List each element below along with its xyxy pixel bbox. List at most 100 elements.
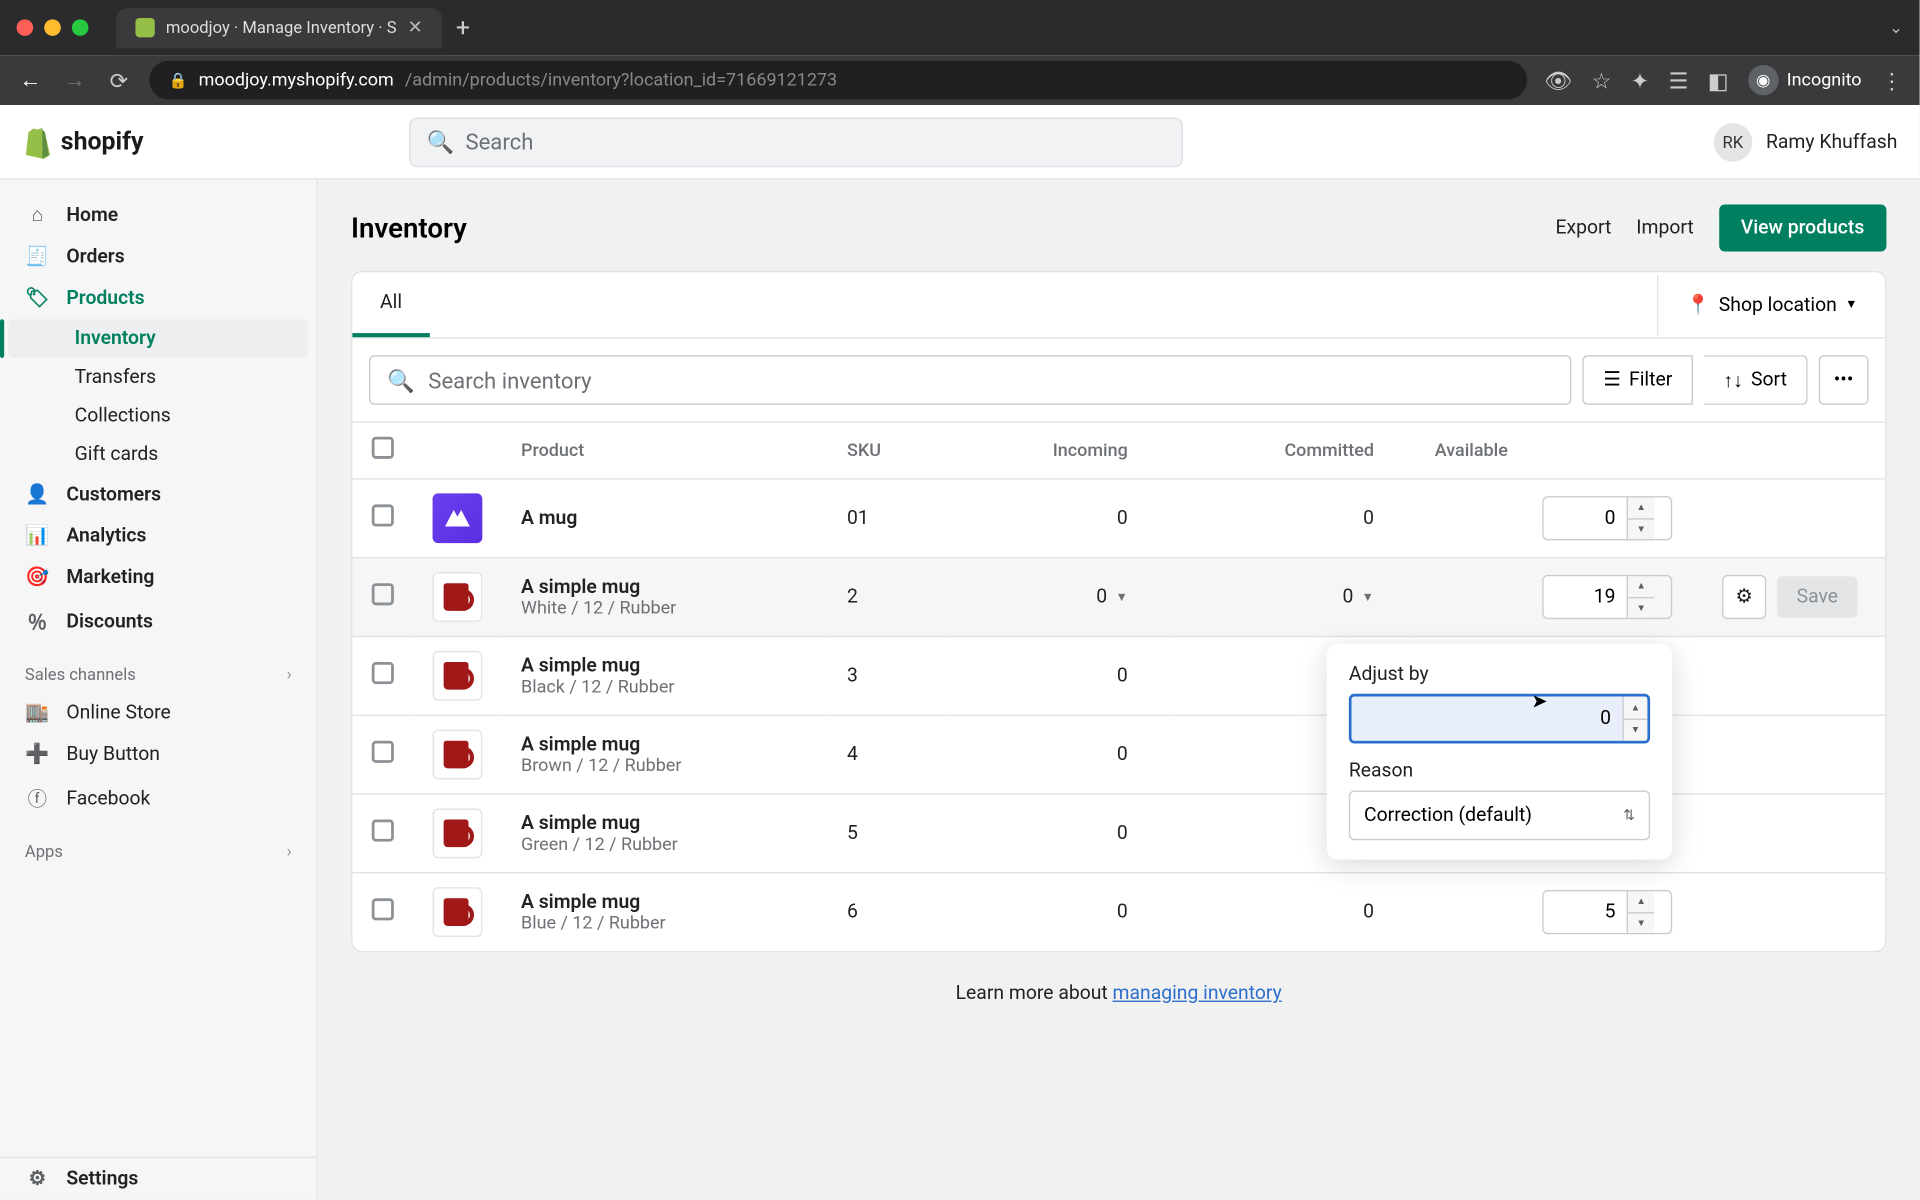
back-button[interactable]: ←: [17, 66, 45, 94]
product-name[interactable]: A simple mug: [521, 733, 808, 755]
browser-menu-icon[interactable]: ⋮: [1881, 67, 1903, 93]
row-checkbox[interactable]: [372, 662, 394, 684]
sku-cell: 6: [828, 873, 947, 951]
sort-button[interactable]: ↑↓Sort: [1704, 355, 1808, 405]
stepper-up-icon[interactable]: ▲: [1624, 697, 1648, 720]
maximize-window-icon[interactable]: [72, 19, 89, 36]
reload-button[interactable]: ⟳: [105, 67, 133, 93]
stepper-up-icon[interactable]: ▲: [1628, 498, 1654, 519]
save-button[interactable]: Save: [1777, 576, 1857, 617]
inventory-search[interactable]: 🔍 Search inventory: [369, 355, 1572, 405]
subnav-inventory[interactable]: Inventory: [8, 319, 308, 358]
stepper-down-icon[interactable]: ▼: [1628, 519, 1654, 539]
stepper-up-icon[interactable]: ▲: [1628, 891, 1654, 912]
product-thumbnail[interactable]: [433, 493, 483, 543]
product-thumbnail[interactable]: [433, 808, 483, 858]
nav-analytics[interactable]: 📊Analytics: [0, 515, 316, 556]
stepper-down-icon[interactable]: ▼: [1624, 719, 1648, 740]
product-name[interactable]: A simple mug: [521, 891, 808, 913]
extensions-icon[interactable]: ✦: [1631, 67, 1650, 93]
select-caret-icon: ⇅: [1623, 808, 1635, 823]
product-name[interactable]: A simple mug: [521, 576, 808, 598]
stepper-up-icon[interactable]: ▲: [1628, 576, 1654, 597]
available-field[interactable]: [1544, 891, 1627, 932]
more-actions-button[interactable]: •••: [1819, 355, 1869, 405]
product-name[interactable]: A mug: [521, 507, 808, 529]
row-checkbox[interactable]: [372, 504, 394, 526]
adjust-settings-button[interactable]: ⚙: [1722, 575, 1766, 619]
select-all-checkbox[interactable]: [372, 437, 394, 459]
table-row[interactable]: A simple mugWhite / 12 / Rubber 2 0 ▼ 0 …: [352, 558, 1885, 637]
eye-off-icon[interactable]: 👁: [1544, 67, 1572, 93]
row-checkbox[interactable]: [372, 898, 394, 920]
row-checkbox[interactable]: [372, 820, 394, 842]
reading-list-icon[interactable]: ☰: [1669, 67, 1689, 93]
row-checkbox[interactable]: [372, 741, 394, 763]
new-tab-button[interactable]: +: [456, 13, 470, 42]
product-name[interactable]: A simple mug: [521, 812, 808, 834]
adjust-by-label: Adjust by: [1349, 663, 1650, 685]
close-tab-icon[interactable]: ✕: [408, 17, 423, 38]
search-icon: 🔍: [427, 129, 455, 155]
user-menu[interactable]: RK Ramy Khuffash: [1713, 122, 1897, 161]
caret-down-icon[interactable]: ▼: [1115, 589, 1127, 604]
subnav-giftcards[interactable]: Gift cards: [8, 435, 308, 474]
nav-orders[interactable]: 🧾Orders: [0, 236, 316, 277]
import-button[interactable]: Import: [1636, 217, 1694, 239]
table-row[interactable]: A mug 01 0 0 ▲▼: [352, 479, 1885, 558]
browser-tab[interactable]: moodjoy · Manage Inventory · S ✕: [116, 8, 442, 48]
incognito-icon: ◉: [1748, 65, 1778, 95]
product-thumbnail[interactable]: [433, 572, 483, 622]
nav-products[interactable]: 🏷Products: [0, 278, 316, 319]
minimize-window-icon[interactable]: [44, 19, 61, 36]
subnav-transfers[interactable]: Transfers: [8, 358, 308, 397]
global-search[interactable]: 🔍 Search: [409, 117, 1183, 167]
nav-customers[interactable]: 👤Customers: [0, 474, 316, 515]
nav-marketing[interactable]: 🎯Marketing: [0, 557, 316, 598]
available-field[interactable]: [1544, 576, 1627, 617]
table-row[interactable]: A simple mugBlue / 12 / Rubber 6 0 0 ▲▼: [352, 873, 1885, 951]
product-thumbnail[interactable]: [433, 887, 483, 937]
caret-down-icon[interactable]: ▼: [1362, 589, 1374, 604]
view-products-button[interactable]: View products: [1719, 205, 1887, 252]
tabs-overflow-icon[interactable]: ⌄: [1889, 18, 1903, 37]
nav-facebook[interactable]: ⓕFacebook: [0, 775, 316, 822]
reason-select[interactable]: Correction (default) ⇅: [1349, 791, 1650, 841]
nav-discounts[interactable]: ％Discounts: [0, 598, 316, 645]
product-name[interactable]: A simple mug: [521, 654, 808, 676]
side-panel-icon[interactable]: ◧: [1708, 67, 1729, 93]
shopify-logo[interactable]: shopify: [22, 125, 143, 158]
section-sales-channels[interactable]: Sales channels›: [0, 645, 316, 692]
subnav-collections[interactable]: Collections: [8, 397, 308, 436]
committed-cell: 0: [1169, 873, 1415, 951]
row-checkbox[interactable]: [372, 583, 394, 605]
available-field[interactable]: [1544, 498, 1627, 539]
nav-online-store[interactable]: 🏬Online Store: [0, 692, 316, 733]
adjust-by-field[interactable]: [1352, 697, 1623, 741]
stepper-down-icon[interactable]: ▼: [1628, 598, 1654, 618]
incognito-badge[interactable]: ◉Incognito: [1748, 65, 1861, 95]
close-window-icon[interactable]: [17, 19, 34, 36]
url-field[interactable]: 🔒 moodjoy.myshopify.com/admin/products/i…: [149, 61, 1527, 100]
available-input[interactable]: ▲▼: [1542, 575, 1672, 619]
url-host: moodjoy.myshopify.com: [199, 70, 394, 91]
forward-button[interactable]: →: [61, 66, 89, 94]
available-input[interactable]: ▲▼: [1542, 496, 1672, 540]
stepper-down-icon[interactable]: ▼: [1628, 913, 1654, 933]
nav-settings[interactable]: ⚙Settings: [0, 1157, 316, 1200]
bookmark-icon[interactable]: ☆: [1592, 67, 1612, 93]
export-button[interactable]: Export: [1556, 217, 1612, 239]
section-apps[interactable]: Apps›: [0, 822, 316, 869]
browser-tab-bar: moodjoy · Manage Inventory · S ✕ + ⌄: [0, 0, 1920, 55]
nav-home[interactable]: ⌂Home: [0, 193, 316, 236]
location-filter[interactable]: 📍 Shop location ▼: [1657, 274, 1885, 335]
filter-button[interactable]: ☰Filter: [1583, 355, 1693, 405]
nav-buy-button[interactable]: ➕Buy Button: [0, 734, 316, 775]
product-thumbnail[interactable]: [433, 730, 483, 780]
inventory-search-placeholder: Search inventory: [428, 367, 591, 393]
available-input[interactable]: ▲▼: [1542, 890, 1672, 934]
tab-all[interactable]: All: [352, 272, 429, 337]
adjust-by-input[interactable]: ▲▼: [1349, 694, 1650, 744]
managing-inventory-link[interactable]: managing inventory: [1113, 983, 1282, 1005]
product-thumbnail[interactable]: [433, 651, 483, 701]
